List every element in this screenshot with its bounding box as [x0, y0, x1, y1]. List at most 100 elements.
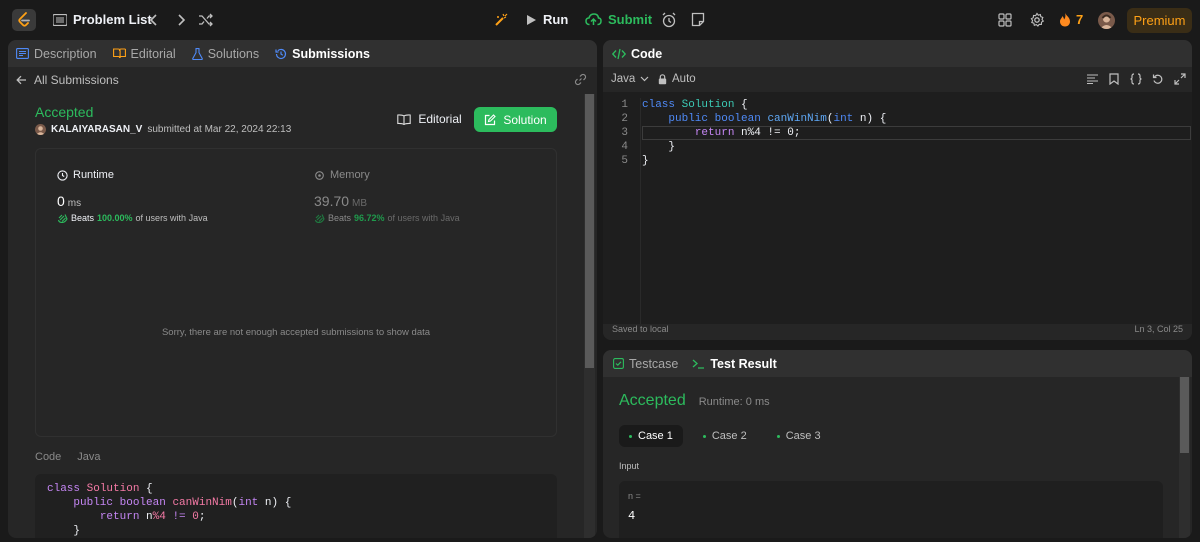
- stats-card: Runtime 0 ms Beats 100.00% of users with…: [35, 148, 557, 437]
- left-scrollbar[interactable]: [584, 94, 595, 538]
- clap-icon: [314, 212, 325, 223]
- editor-line-4: }: [668, 141, 676, 153]
- shuffle-icon[interactable]: [198, 13, 214, 27]
- streak-counter[interactable]: 7: [1059, 12, 1083, 27]
- lock-icon: [658, 73, 667, 85]
- avatar[interactable]: [1098, 12, 1115, 29]
- book-open-icon: [397, 113, 412, 125]
- left-panel: Description Editorial Solutions Submissi…: [8, 40, 597, 538]
- case-tab-2[interactable]: Case 2: [693, 425, 757, 447]
- runtime-beats-suffix: of users with Java: [135, 212, 208, 223]
- clap-icon: [57, 212, 68, 223]
- format-icon[interactable]: [1087, 74, 1098, 84]
- run-button[interactable]: Run: [526, 12, 568, 27]
- result-status-row: Accepted Runtime: 0 ms: [619, 392, 770, 410]
- input-var-value: 4: [628, 509, 636, 523]
- code-line-4: }: [73, 525, 81, 537]
- pass-dot: [702, 434, 706, 438]
- pass-dot: [776, 434, 780, 438]
- tab-testcase-label: Testcase: [629, 356, 679, 371]
- result-scrollbar[interactable]: [1179, 377, 1190, 538]
- line-number: 1: [621, 99, 628, 111]
- left-tab-bar: Description Editorial Solutions Submissi…: [8, 40, 597, 67]
- link-icon[interactable]: [574, 73, 587, 86]
- reset-icon[interactable]: [1152, 73, 1164, 85]
- tab-submissions[interactable]: Submissions: [275, 47, 370, 61]
- line-number: 4: [621, 141, 628, 153]
- line-number: 5: [621, 155, 628, 167]
- streak-count: 7: [1076, 12, 1084, 27]
- gear-icon[interactable]: [1029, 12, 1045, 28]
- language-value: Java: [611, 73, 636, 85]
- arrow-left-icon: [16, 75, 27, 85]
- submit-button[interactable]: Submit: [585, 12, 652, 27]
- line-number: 2: [621, 113, 628, 125]
- pass-dot: [629, 434, 632, 438]
- input-label: Input: [619, 461, 640, 471]
- result-runtime: Runtime: 0 ms: [698, 396, 770, 408]
- tab-testcase[interactable]: Testcase: [613, 357, 678, 371]
- case-tab-3[interactable]: Case 3: [767, 425, 831, 447]
- code-language: Java: [77, 451, 101, 463]
- status-heading: Accepted: [35, 104, 94, 120]
- submitter-row: KALAIYARASAN_V submitted at Mar 22, 2024…: [35, 124, 291, 135]
- run-label: Run: [543, 12, 569, 27]
- line-number: 3: [621, 127, 628, 139]
- flask-icon: [191, 47, 203, 60]
- result-content: Accepted Runtime: 0 ms Case 1 Case 2 Cas…: [603, 377, 1178, 538]
- checkbox-icon: [613, 358, 624, 369]
- terminal-icon: [692, 359, 705, 369]
- editor-body[interactable]: 1 2 3 4 5 class Solution { public boolea…: [603, 92, 1192, 324]
- tab-editorial[interactable]: Editorial: [112, 46, 176, 61]
- runtime-value: 0: [57, 193, 65, 209]
- case-tab-1[interactable]: Case 1: [619, 425, 683, 447]
- editorial-button[interactable]: Editorial: [388, 107, 471, 131]
- tab-solutions[interactable]: Solutions: [191, 47, 259, 61]
- memory-beats: Beats 96.72% of users with Java: [314, 212, 460, 223]
- book-icon: [112, 48, 126, 59]
- back-to-submissions[interactable]: All Submissions: [16, 73, 119, 87]
- note-icon[interactable]: [691, 12, 705, 27]
- memory-chip-icon: [314, 170, 325, 181]
- bookmark-icon[interactable]: [1109, 73, 1119, 85]
- editor-line-3: return n%4 != 0;: [694, 127, 801, 139]
- code-icon: [612, 48, 626, 60]
- braces-icon[interactable]: [1130, 73, 1142, 85]
- editor-line-2: public boolean canWinNim(int n) {: [668, 113, 887, 125]
- memory-beats-suffix: of users with Java: [387, 212, 460, 223]
- chevron-right-icon[interactable]: [176, 13, 186, 27]
- top-nav-bar: Problem List Run Submit 7 Premium: [0, 0, 1200, 40]
- list-icon: [53, 13, 67, 26]
- code-section-header: Code Java: [35, 451, 101, 463]
- runtime-tab[interactable]: Runtime: [57, 169, 114, 181]
- premium-button[interactable]: Premium: [1127, 8, 1192, 33]
- memory-tab[interactable]: Memory: [314, 169, 370, 181]
- chevron-left-icon[interactable]: [149, 13, 159, 27]
- submission-detail: Accepted KALAIYARASAN_V submitted at Mar…: [8, 94, 583, 538]
- problem-list-button[interactable]: Problem List: [53, 12, 152, 27]
- alarm-clock-icon[interactable]: [661, 12, 677, 28]
- tab-editorial-label: Editorial: [130, 46, 176, 61]
- flame-icon: [1059, 12, 1071, 27]
- solution-button[interactable]: Solution: [474, 107, 557, 132]
- code-line-2: public boolean canWinNim(int n) {: [73, 497, 292, 509]
- tab-test-result[interactable]: Test Result: [692, 357, 777, 371]
- layout-icon[interactable]: [998, 13, 1012, 27]
- code-line-3: return n%4 != 0;: [99, 511, 206, 523]
- submitted-time: submitted at Mar 22, 2024 22:13: [147, 124, 292, 135]
- submitter-name[interactable]: KALAIYARASAN_V: [51, 124, 142, 135]
- input-box: n = 4: [619, 481, 1163, 538]
- expand-icon[interactable]: [1174, 73, 1186, 85]
- description-icon: [16, 48, 29, 59]
- auto-mode[interactable]: Auto: [658, 73, 696, 85]
- leetcode-logo-icon[interactable]: [12, 9, 36, 31]
- language-select[interactable]: Java: [611, 73, 649, 85]
- debug-icon[interactable]: [493, 12, 509, 28]
- left-scrollbar-thumb[interactable]: [585, 94, 594, 368]
- result-scrollbar-thumb[interactable]: [1180, 377, 1189, 453]
- back-label: All Submissions: [34, 73, 119, 87]
- tab-description[interactable]: Description: [16, 47, 97, 61]
- editor-header: Code: [603, 40, 1192, 67]
- solution-button-label: Solution: [503, 112, 547, 127]
- case-tab-2-label: Case 2: [711, 430, 747, 442]
